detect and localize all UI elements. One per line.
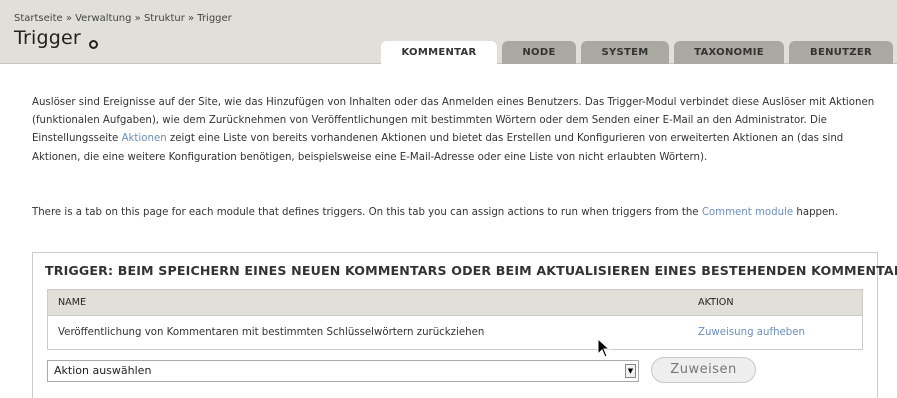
comment-module-link[interactable]: Comment module	[702, 207, 793, 218]
module-tabs-text-part: There is a tab on this page for each mod…	[32, 207, 702, 218]
page-title: Trigger	[14, 27, 81, 49]
add-shortcut-icon[interactable]	[89, 40, 98, 49]
trigger-legend: TRIGGER: BEIM SPEICHERN EINES NEUEN KOMM…	[45, 263, 897, 278]
mouse-cursor-icon	[597, 338, 611, 358]
tab-taxonomie[interactable]: TAXONOMIE	[674, 41, 784, 64]
trigger-fieldset: TRIGGER: BEIM SPEICHERN EINES NEUEN KOMM…	[32, 252, 897, 398]
action-name: Veröffentlichung von Kommentaren mit bes…	[58, 327, 485, 338]
tab-kommentar[interactable]: KOMMENTAR	[381, 41, 497, 65]
breadcrumb[interactable]: Startseite » Verwaltung » Struktur » Tri…	[14, 13, 232, 24]
action-select[interactable]: Aktion auswählen ▼	[47, 360, 639, 382]
column-header-action: AKTION	[698, 297, 734, 308]
tab-node[interactable]: NODE	[502, 41, 576, 64]
module-tabs-text: There is a tab on this page for each mod…	[32, 204, 878, 222]
actions-link[interactable]: Aktionen	[122, 133, 167, 144]
action-select-value: Aktion auswählen	[54, 364, 152, 377]
tab-system[interactable]: SYSTEM	[581, 41, 669, 64]
dropdown-arrow-icon[interactable]: ▼	[625, 364, 636, 378]
column-header-name: NAME	[58, 297, 87, 308]
main-content: Auslöser sind Ereignisse auf der Site, w…	[0, 64, 897, 398]
assigned-actions-table: NAME AKTION Veröffentlichung von Komment…	[47, 289, 863, 350]
table-header: NAME AKTION	[48, 290, 862, 316]
table-row: Veröffentlichung von Kommentaren mit bes…	[48, 316, 862, 349]
assign-button[interactable]: Zuweisen	[651, 357, 756, 383]
intro-text: Auslöser sind Ereignisse auf der Site, w…	[32, 94, 878, 167]
page-header: Startseite » Verwaltung » Struktur » Tri…	[0, 0, 897, 65]
module-tabs-text-part: happen.	[793, 207, 838, 218]
unassign-link[interactable]: Zuweisung aufheben	[698, 316, 805, 349]
tab-benutzer[interactable]: BENUTZER	[789, 41, 893, 64]
